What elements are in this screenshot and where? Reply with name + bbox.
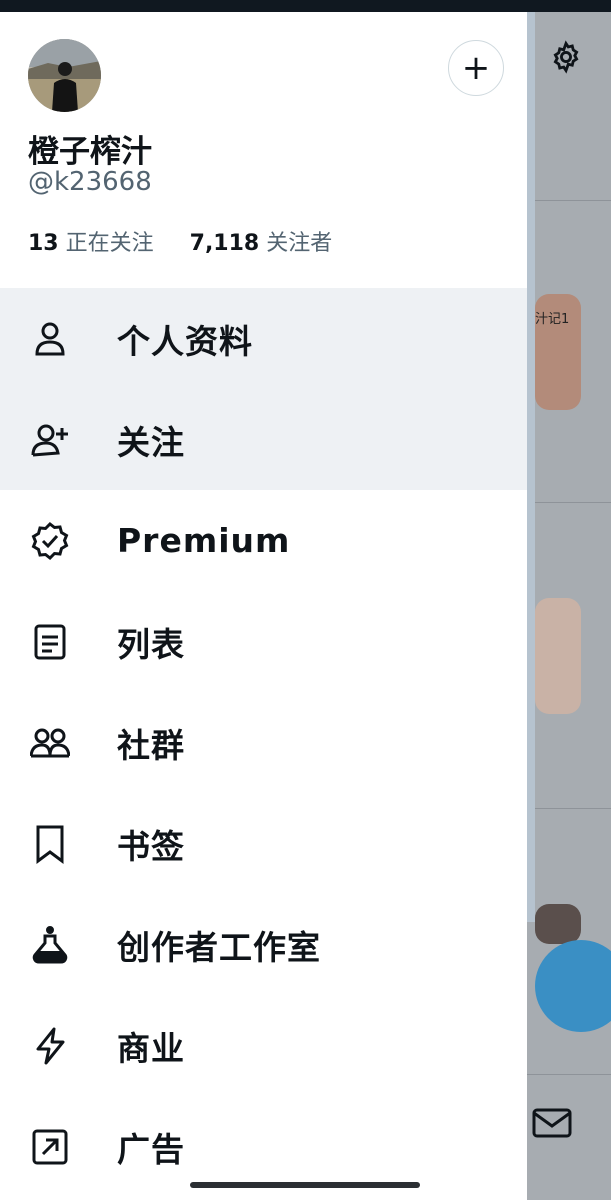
compose-fab <box>535 940 611 1032</box>
avatar[interactable] <box>28 39 101 112</box>
menu-item-creator-studio[interactable]: 创作者工作室 <box>0 894 527 995</box>
bookmark-icon <box>36 825 64 864</box>
followers-link[interactable]: 7,118 关注者 <box>190 231 333 256</box>
home-indicator[interactable] <box>190 1182 420 1188</box>
media-thumbnail <box>535 904 581 944</box>
menu-label: 商业 <box>117 1028 185 1068</box>
menu-item-profile[interactable]: 个人资料 <box>0 288 527 389</box>
thumbnail-caption: 汁记1 <box>535 312 570 327</box>
mail-icon <box>532 1108 572 1138</box>
menu-label: 创作者工作室 <box>117 927 321 967</box>
profile-handle: @k23668 <box>28 167 152 197</box>
person-add-icon <box>31 424 68 456</box>
menu-label: Premium <box>117 521 291 560</box>
plus-icon: + <box>461 48 491 88</box>
flask-icon <box>32 925 68 963</box>
background-timeline: 汁记1 <box>527 12 611 1200</box>
menu-item-follow[interactable]: 关注 <box>0 389 527 490</box>
followers-count: 7,118 <box>189 231 260 256</box>
menu-label: 关注 <box>117 422 185 462</box>
menu-label: 广告 <box>117 1129 185 1169</box>
verified-badge-icon <box>31 521 69 560</box>
drawer-menu: 个人资料 关注 Premium 列表 社群 书签 创作者工作室 商业 广告 <box>0 288 527 1197</box>
media-thumbnail <box>535 598 581 714</box>
following-label: 正在关注 <box>65 231 154 256</box>
person-icon <box>35 322 65 355</box>
drawer-scrollbar[interactable] <box>527 12 535 922</box>
menu-item-lists[interactable]: 列表 <box>0 591 527 692</box>
navigation-drawer: + 橙子榨汁 @k23668 13 正在关注 7,118 关注者 个人资料 关注 <box>0 12 527 1200</box>
menu-item-communities[interactable]: 社群 <box>0 692 527 793</box>
lightning-icon <box>36 1027 65 1064</box>
following-link[interactable]: 13 正在关注 <box>28 231 154 256</box>
follow-stats: 13 正在关注 7,118 关注者 <box>28 225 332 257</box>
media-thumbnail: 汁记1 <box>535 294 581 410</box>
status-bar <box>0 0 611 12</box>
communities-icon <box>30 728 70 757</box>
menu-item-premium[interactable]: Premium <box>0 490 527 591</box>
external-arrow-icon <box>32 1129 68 1164</box>
menu-label: 列表 <box>117 624 185 664</box>
followers-label: 关注者 <box>266 231 333 256</box>
following-count: 13 <box>28 231 59 256</box>
menu-label: 书签 <box>117 826 185 866</box>
menu-item-business[interactable]: 商业 <box>0 995 527 1096</box>
list-icon <box>34 624 66 659</box>
menu-label: 个人资料 <box>117 321 253 361</box>
settings-gear-icon <box>553 40 579 74</box>
add-account-button[interactable]: + <box>448 40 504 96</box>
menu-item-bookmarks[interactable]: 书签 <box>0 793 527 894</box>
menu-label: 社群 <box>117 725 185 765</box>
profile-name[interactable]: 橙子榨汁 <box>28 126 152 171</box>
